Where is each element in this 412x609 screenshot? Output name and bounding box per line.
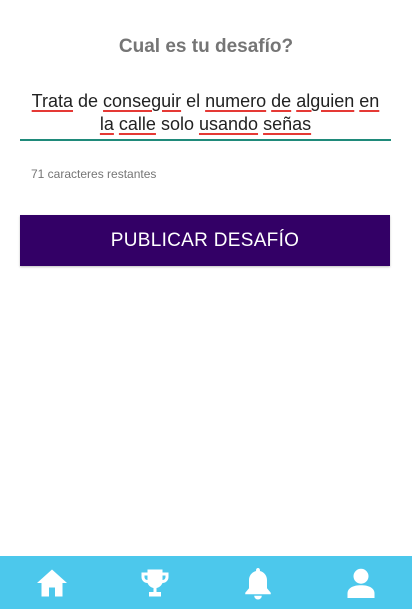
page-title: Cual es tu desafío? bbox=[118, 36, 294, 57]
misspelled-word: de bbox=[271, 91, 292, 111]
misspelled-word: en bbox=[359, 91, 380, 111]
challenge-text-input[interactable]: Trata de conseguir el numero de alguien … bbox=[20, 88, 391, 141]
home-icon bbox=[36, 569, 67, 596]
nav-achievements[interactable] bbox=[103, 556, 206, 609]
misspelled-word: señas bbox=[263, 114, 312, 134]
misspelled-word: alguien bbox=[296, 91, 355, 111]
nav-profile[interactable] bbox=[309, 556, 412, 609]
nav-home[interactable] bbox=[0, 556, 103, 609]
misspelled-word: conseguir bbox=[103, 91, 182, 111]
misspelled-word: calle bbox=[118, 114, 156, 134]
misspelled-word: Trata bbox=[31, 91, 74, 111]
text-segment: solo bbox=[155, 114, 199, 134]
bell-icon bbox=[244, 567, 271, 599]
publish-challenge-button[interactable]: PUBLICAR DESAFÍO bbox=[20, 215, 390, 266]
misspelled-word: numero bbox=[205, 91, 267, 111]
text-segment: de bbox=[73, 91, 104, 111]
trophy-icon bbox=[141, 569, 168, 596]
challenge-line-1: Trata de conseguir el numero de alguien … bbox=[20, 90, 391, 113]
text-segment: el bbox=[181, 91, 206, 111]
user-icon bbox=[347, 568, 374, 598]
challenge-line-2: la calle solo usando señas bbox=[20, 113, 391, 136]
misspelled-word: la bbox=[99, 114, 114, 134]
characters-remaining: 71 caracteres restantes bbox=[31, 167, 157, 181]
misspelled-word: usando bbox=[198, 114, 259, 134]
bottom-navigation bbox=[0, 556, 412, 609]
nav-notifications[interactable] bbox=[206, 556, 309, 609]
